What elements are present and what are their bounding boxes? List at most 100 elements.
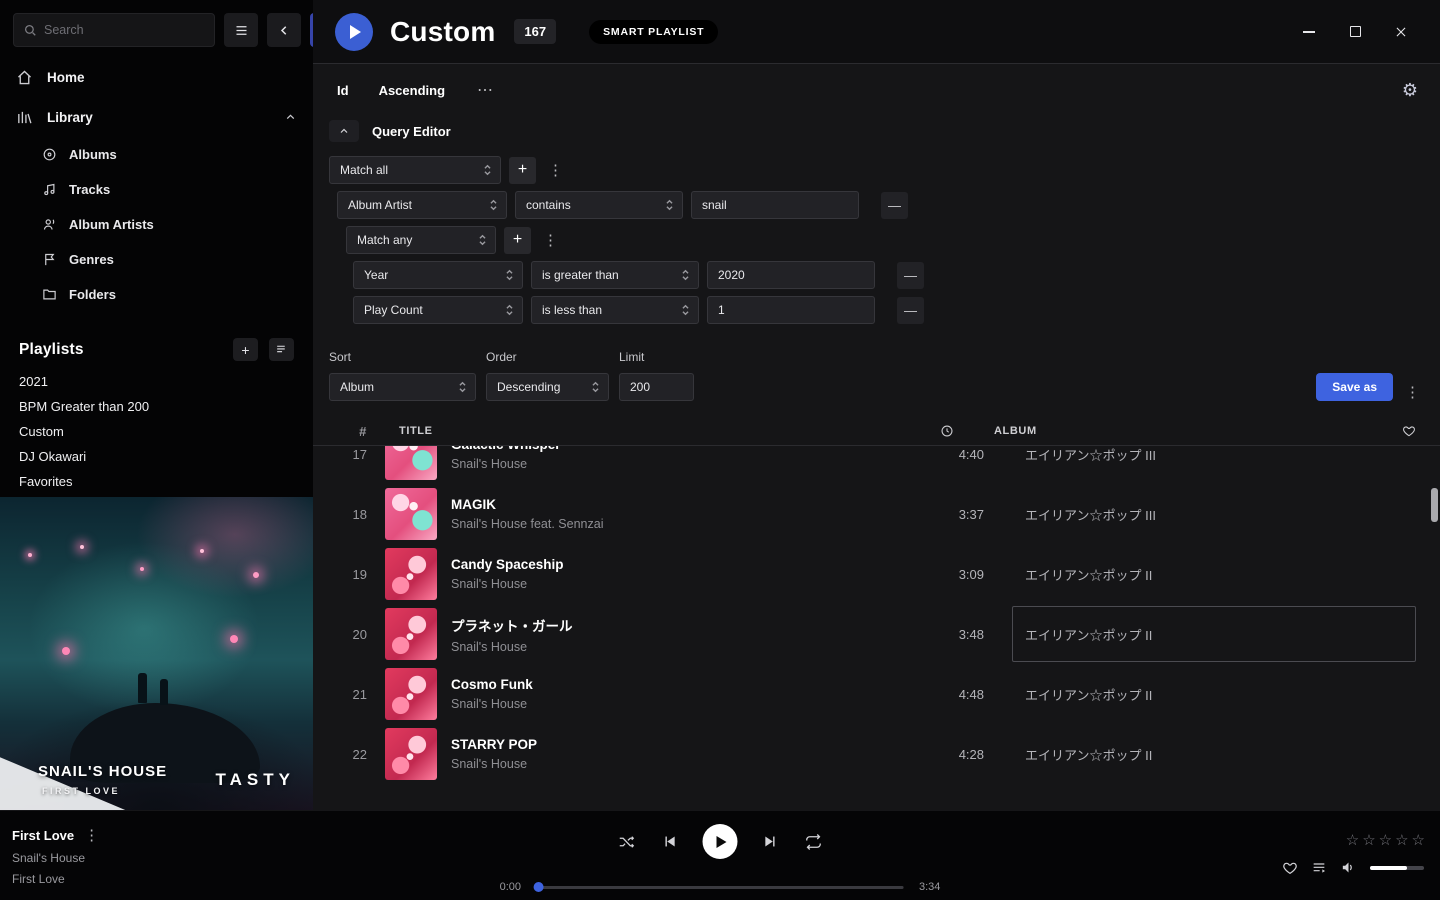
track-album-focused[interactable]: エイリアン☆ポップ II <box>1012 606 1416 662</box>
queue-icon[interactable] <box>1311 860 1327 876</box>
more-options-icon[interactable]: ⋯ <box>477 80 494 100</box>
remove-rule-button[interactable]: — <box>897 262 924 289</box>
rule-value-input[interactable] <box>707 261 875 289</box>
col-number[interactable]: # <box>337 424 367 439</box>
volume-icon[interactable] <box>1340 859 1357 876</box>
play-pause-button[interactable] <box>703 824 738 859</box>
order-select[interactable]: Descending <box>486 373 609 401</box>
add-rule-button[interactable]: + <box>504 227 531 254</box>
group-menu-icon[interactable]: ⋮ <box>539 231 562 249</box>
rule-operator-select[interactable]: contains <box>515 191 683 219</box>
playlist-item-favorites[interactable]: Favorites <box>0 469 313 494</box>
seek-bar[interactable] <box>536 886 904 889</box>
track-album[interactable]: エイリアン☆ポップ II <box>1012 666 1416 722</box>
rule-operator-select[interactable]: is greater than <box>531 261 699 289</box>
unfold-icon <box>504 269 515 281</box>
track-album[interactable]: エイリアン☆ポップ III <box>1012 446 1416 482</box>
duration-clock-icon[interactable] <box>898 424 954 438</box>
sidebar-item-tracks[interactable]: Tracks <box>0 172 313 207</box>
star-icon[interactable]: ☆ <box>1362 831 1375 849</box>
genres-icon <box>42 252 57 267</box>
playlist-item-dj-okawari[interactable]: DJ Okawari <box>0 444 313 469</box>
play-playlist-button[interactable] <box>335 13 373 51</box>
main-panel: Custom 167 SMART PLAYLIST Id Ascending ⋯… <box>313 0 1440 810</box>
rule-value-input[interactable] <box>691 191 859 219</box>
rule-field-select[interactable]: Year <box>353 261 523 289</box>
sort-select[interactable]: Album <box>329 373 476 401</box>
rule-field-select[interactable]: Play Count <box>353 296 523 324</box>
playlist-item-custom[interactable]: Custom <box>0 419 313 444</box>
minimize-button[interactable] <box>1300 23 1318 41</box>
remove-rule-button[interactable]: — <box>897 297 924 324</box>
track-row[interactable]: 20 プラネット・ガール Snail's House 3:48 エイリアン☆ポッ… <box>313 604 1440 664</box>
playlist-header: Custom 167 SMART PLAYLIST <box>313 0 1440 64</box>
shuffle-icon[interactable] <box>618 833 636 851</box>
search-box[interactable] <box>13 13 215 47</box>
star-icon[interactable]: ☆ <box>1379 831 1392 849</box>
select-value: Descending <box>497 380 560 394</box>
repeat-icon[interactable] <box>805 833 823 851</box>
volume-fill <box>1370 866 1407 870</box>
track-row[interactable]: 17 Galactic Whisper Snail's House 4:40 エ… <box>313 446 1440 484</box>
chevron-up-icon[interactable] <box>284 111 297 124</box>
sidebar-item-folders[interactable]: Folders <box>0 277 313 312</box>
sort-controls: Sort Album Order Descending Limit Save a… <box>329 350 1424 401</box>
star-icon[interactable]: ☆ <box>1412 831 1425 849</box>
track-album[interactable]: エイリアン☆ポップ II <box>1012 546 1416 602</box>
add-playlist-button[interactable]: + <box>233 338 258 361</box>
sort-order-label[interactable]: Ascending <box>379 83 445 98</box>
seek-handle[interactable] <box>534 882 544 892</box>
sidebar-item-album-artists[interactable]: Album Artists <box>0 207 313 242</box>
rule-value-input[interactable] <box>707 296 875 324</box>
track-row[interactable]: 21 Cosmo Funk Snail's House 4:48 エイリアン☆ポ… <box>313 664 1440 724</box>
skip-previous-icon[interactable] <box>661 833 678 850</box>
sidebar-item-home[interactable]: Home <box>0 57 313 97</box>
track-row[interactable]: 19 Candy Spaceship Snail's House 3:09 エイ… <box>313 544 1440 604</box>
match-mode-select[interactable]: Match any <box>346 226 496 254</box>
track-artist: Snail's House <box>451 457 928 471</box>
limit-input[interactable] <box>619 373 694 401</box>
favorite-heart-icon[interactable] <box>1386 424 1416 438</box>
add-rule-button[interactable]: + <box>509 157 536 184</box>
save-as-button[interactable]: Save as <box>1316 373 1393 401</box>
skip-next-icon[interactable] <box>763 833 780 850</box>
rule-operator-select[interactable]: is less than <box>531 296 699 324</box>
star-icon[interactable]: ☆ <box>1395 831 1408 849</box>
favorite-heart-icon[interactable] <box>1282 860 1298 876</box>
player-bar: First Love ⋮ Snail's House First Love 0:… <box>0 810 1440 900</box>
playlist-item-bpm[interactable]: BPM Greater than 200 <box>0 394 313 419</box>
remove-rule-button[interactable]: — <box>881 192 908 219</box>
save-menu-icon[interactable]: ⋮ <box>1401 383 1424 401</box>
playlist-options-button[interactable] <box>269 338 294 361</box>
col-album[interactable]: ALBUM <box>982 425 1386 437</box>
track-number: 21 <box>337 687 367 702</box>
track-album[interactable]: エイリアン☆ポップ III <box>1012 486 1416 542</box>
sidebar-item-albums[interactable]: Albums <box>0 137 313 172</box>
rule-field-select[interactable]: Album Artist <box>337 191 507 219</box>
track-number: 18 <box>337 507 367 522</box>
unfold-icon <box>488 199 499 211</box>
match-mode-select[interactable]: Match all <box>329 156 501 184</box>
menu-button[interactable] <box>224 13 258 47</box>
maximize-button[interactable] <box>1346 23 1364 41</box>
sidebar: Home Library Albums Tracks Album Artists… <box>0 0 313 810</box>
gear-icon[interactable]: ⚙ <box>1402 81 1418 99</box>
star-icon[interactable]: ☆ <box>1346 831 1359 849</box>
now-playing-menu-icon[interactable]: ⋮ <box>84 826 99 844</box>
window-controls <box>1300 23 1424 41</box>
scrollbar-thumb[interactable] <box>1431 488 1438 522</box>
collapse-query-button[interactable] <box>329 120 359 142</box>
track-row[interactable]: 22 STARRY POP Snail's House 4:28 エイリアン☆ポ… <box>313 724 1440 784</box>
sidebar-item-genres[interactable]: Genres <box>0 242 313 277</box>
playlist-item-2021[interactable]: 2021 <box>0 369 313 394</box>
close-button[interactable] <box>1392 23 1410 41</box>
col-title[interactable]: TITLE <box>399 425 898 437</box>
search-input[interactable] <box>44 23 205 37</box>
nav-back-button[interactable] <box>267 13 301 47</box>
sidebar-item-library[interactable]: Library <box>0 97 313 137</box>
group-menu-icon[interactable]: ⋮ <box>544 161 567 179</box>
track-row[interactable]: 18 MAGIK Snail's House feat. Sennzai 3:3… <box>313 484 1440 544</box>
track-album[interactable]: エイリアン☆ポップ II <box>1012 726 1416 782</box>
sort-field-label[interactable]: Id <box>337 83 349 98</box>
volume-slider[interactable] <box>1370 866 1424 870</box>
